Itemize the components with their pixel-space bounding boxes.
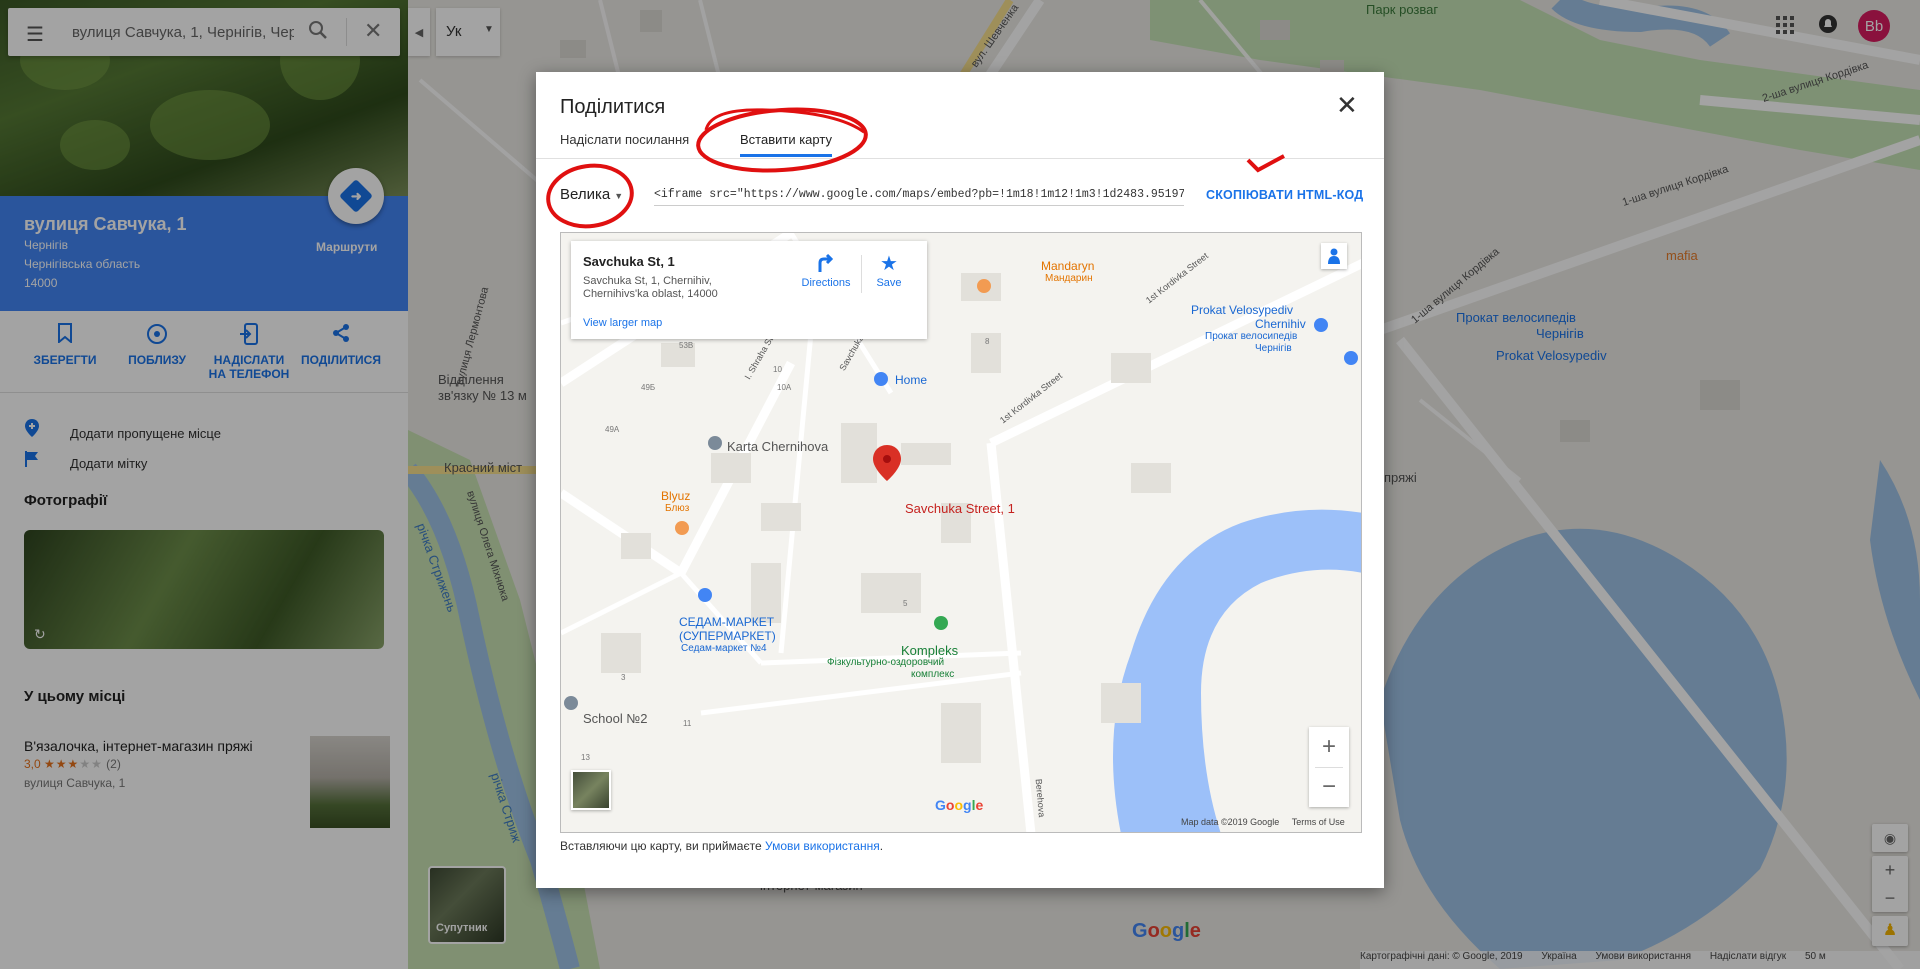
poi-prokat[interactable]: Prokat Velosypediv bbox=[1191, 303, 1293, 317]
save-label: Save bbox=[876, 277, 902, 289]
preview-zoom-controls: + − bbox=[1309, 727, 1349, 807]
marker-label[interactable]: Savchuka Street, 1 bbox=[905, 501, 1015, 516]
card-title: Savchuka St, 1 bbox=[583, 254, 675, 269]
poi-mandaryn[interactable]: Mandaryn bbox=[1041, 259, 1094, 273]
house-number: 11 bbox=[683, 719, 692, 728]
card-save-button[interactable]: ★ Save bbox=[869, 251, 909, 289]
place-info-card: Savchuka St, 1 Savchuka St, 1, Chernihiv… bbox=[571, 241, 927, 339]
house-number: 13 bbox=[581, 753, 590, 762]
house-number: 49А bbox=[605, 425, 620, 434]
house-number: 10 bbox=[773, 365, 782, 374]
size-label: Велика bbox=[560, 186, 611, 203]
poi-school[interactable]: School №2 bbox=[583, 711, 648, 726]
active-tab-indicator bbox=[740, 154, 832, 157]
tabs-divider bbox=[536, 158, 1384, 159]
poi-sedam-ua: Седам-маркет №4 bbox=[681, 643, 767, 654]
poi-blyuz-ua: Блюз bbox=[665, 503, 690, 514]
house-number: 5 bbox=[903, 599, 908, 608]
copy-html-button[interactable]: СКОПІЮВАТИ HTML-КОД bbox=[1206, 188, 1363, 202]
directions-label: Directions bbox=[801, 277, 851, 289]
terms-suffix: . bbox=[879, 839, 884, 853]
preview-zoom-out-button[interactable]: − bbox=[1309, 767, 1349, 807]
zoom-divider bbox=[1315, 767, 1343, 768]
poi-kompleks-ua: Фізкультурно-оздоровчий bbox=[827, 657, 945, 668]
preview-google-logo: Google bbox=[935, 797, 984, 813]
embed-map-preview[interactable]: Mandaryn Мандарин Home Karta Chernihova … bbox=[560, 232, 1362, 833]
poi-karta[interactable]: Karta Chernihova bbox=[727, 439, 828, 454]
poi-kompleks[interactable]: Kompleks bbox=[901, 643, 958, 658]
dialog-title: Поділитися bbox=[560, 96, 666, 118]
house-number: 3 bbox=[621, 673, 626, 682]
preview-satellite-toggle[interactable] bbox=[571, 770, 611, 810]
card-divider bbox=[861, 255, 862, 293]
poi-prokat-ua-2: Чернігів bbox=[1255, 343, 1292, 354]
embed-code-field[interactable] bbox=[654, 184, 1184, 206]
house-number: 10А bbox=[777, 383, 792, 392]
house-number: 53В bbox=[679, 341, 694, 350]
poi-mandaryn-ua: Мандарин bbox=[1045, 273, 1093, 284]
poi-prokat-ua: Прокат велосипедів bbox=[1205, 331, 1298, 342]
chevron-down-icon: ▼ bbox=[614, 191, 624, 201]
preview-map-data: Map data ©2019 Google bbox=[1181, 817, 1280, 827]
star-icon: ★ bbox=[880, 253, 898, 275]
poi-sedam[interactable]: СЕДАМ-МАРКЕТ bbox=[679, 615, 774, 629]
view-larger-map-link[interactable]: View larger map bbox=[583, 317, 662, 329]
close-icon[interactable]: ✕ bbox=[1336, 92, 1358, 118]
preview-terms-link[interactable]: Terms of Use bbox=[1292, 817, 1345, 827]
preview-zoom-in-button[interactable]: + bbox=[1309, 727, 1349, 767]
preview-footer: Map data ©2019 Google Terms of Use bbox=[1171, 817, 1345, 827]
person-icon[interactable] bbox=[1321, 243, 1347, 269]
poi-home[interactable]: Home bbox=[895, 373, 927, 387]
poi-prokat-2: Chernihiv bbox=[1255, 317, 1306, 331]
directions-icon bbox=[797, 251, 855, 277]
card-address: Savchuka St, 1, Chernihiv, Chernihivs'ka… bbox=[583, 275, 718, 300]
tab-send-link[interactable]: Надіслати посилання bbox=[560, 132, 689, 147]
tab-embed-map[interactable]: Вставити карту bbox=[740, 132, 832, 147]
share-dialog: Поділитися ✕ Надіслати посилання Вставит… bbox=[536, 72, 1384, 888]
terms-prefix: Вставляючи цю карту, ви приймаєте bbox=[560, 839, 765, 853]
card-directions-button[interactable]: Directions bbox=[797, 251, 855, 289]
house-number: 8 bbox=[985, 337, 990, 346]
house-number: 49Б bbox=[641, 383, 656, 392]
size-dropdown[interactable]: Велика ▼ bbox=[560, 186, 623, 203]
terms-of-use-link[interactable]: Умови використання bbox=[765, 839, 880, 853]
poi-kompleks-ua-2: комплекс bbox=[911, 669, 955, 680]
poi-blyuz[interactable]: Blyuz bbox=[661, 489, 690, 503]
terms-notice: Вставляючи цю карту, ви приймаєте Умови … bbox=[560, 839, 883, 853]
poi-sedam-2: (СУПЕРМАРКЕТ) bbox=[679, 629, 776, 643]
